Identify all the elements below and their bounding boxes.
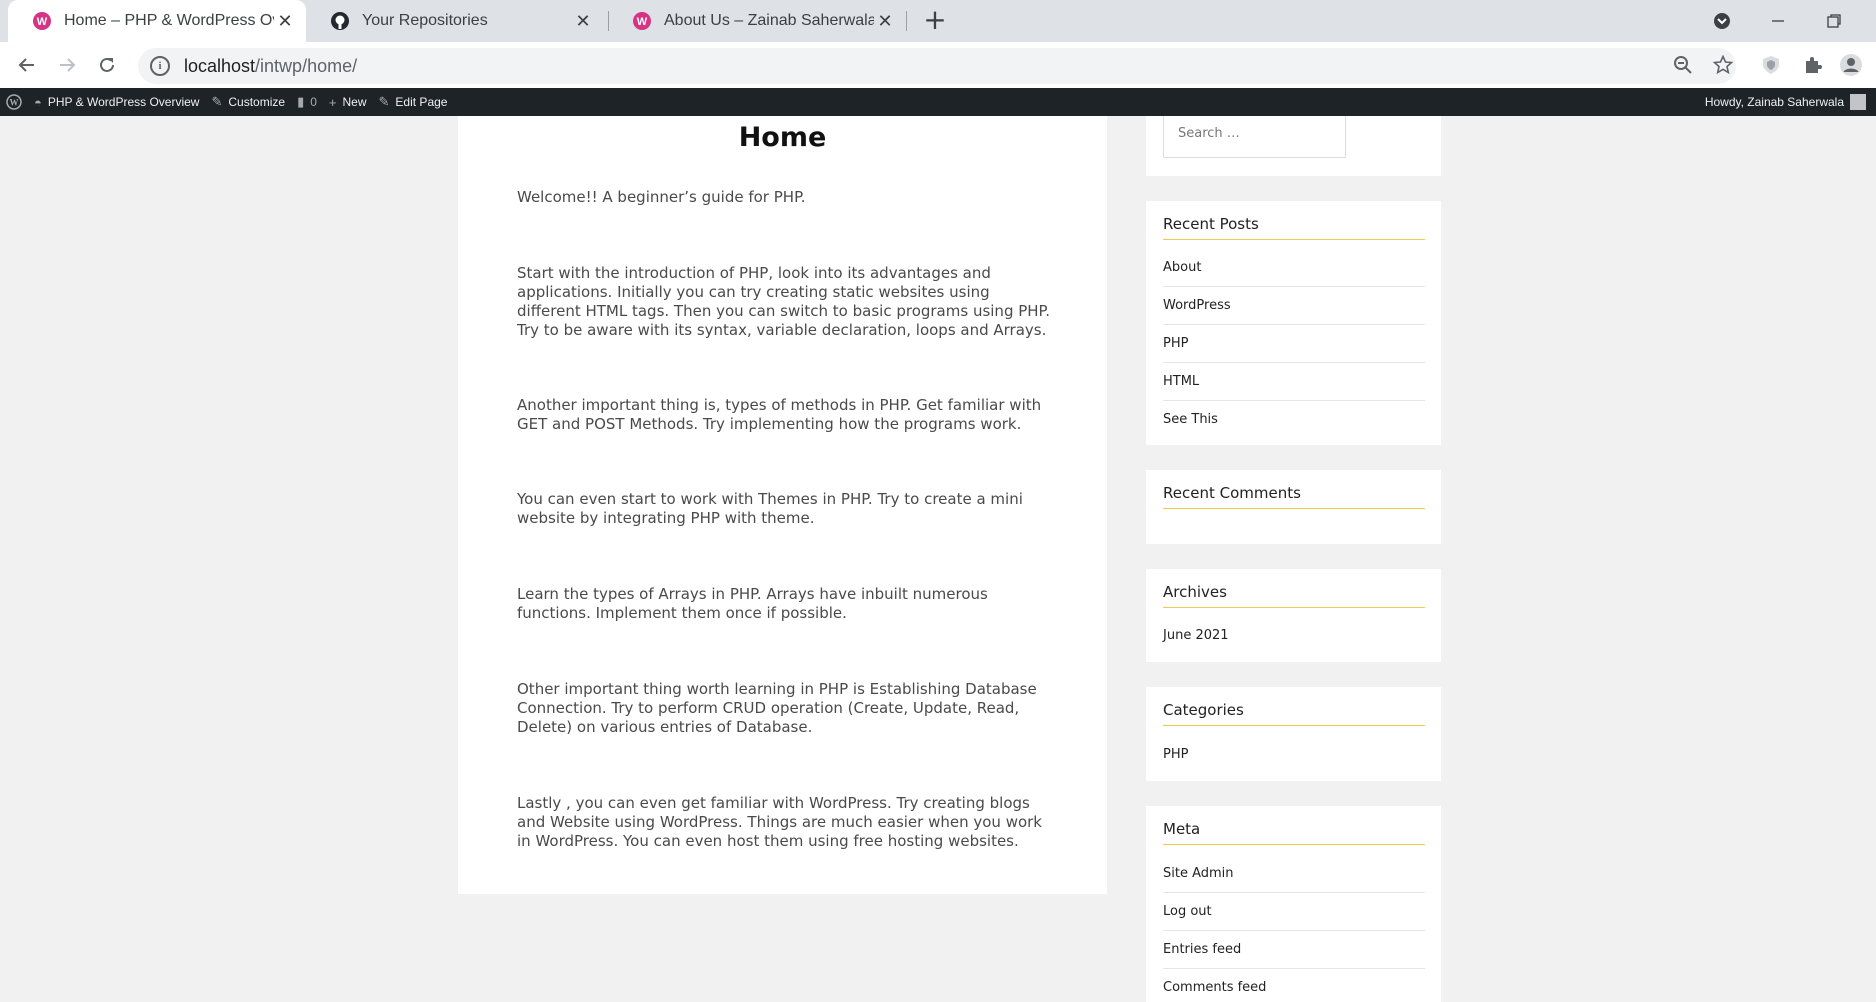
tab-title: Home – PHP & WordPress Overview (64, 12, 274, 29)
recent-post-link[interactable]: PHP (1163, 325, 1425, 363)
meta-widget: Meta Site Admin Log out Entries feed Com… (1146, 806, 1441, 1002)
plus-icon: + (328, 94, 337, 110)
comment-bubble-icon: ▮ (297, 94, 305, 109)
widget-title: Meta (1163, 820, 1425, 845)
tab-about-us[interactable]: W About Us – Zainab Saherwala ✕ (608, 0, 906, 42)
user-avatar (1850, 94, 1866, 110)
tab-separator (906, 11, 907, 31)
recent-comments-widget: Recent Comments (1146, 470, 1441, 544)
content-paragraph: Another important thing is, types of met… (517, 396, 1042, 433)
reload-icon[interactable] (92, 50, 122, 80)
wordpress-favicon-icon: W (33, 12, 51, 30)
close-tab-icon[interactable]: ✕ (572, 10, 594, 32)
dashboard-gauge-icon: ◓ (34, 94, 42, 110)
archive-link[interactable]: June 2021 (1163, 617, 1425, 655)
browser-toolbar: i localhost/intwp/home/ (0, 42, 1876, 88)
wordpress-favicon-icon: W (633, 12, 651, 30)
extensions-puzzle-icon[interactable] (1800, 52, 1826, 78)
content-paragraph: Lastly , you can even get familiar with … (517, 794, 1042, 850)
widget-title: Recent Comments (1163, 484, 1425, 509)
recent-posts-widget: Recent Posts About WordPress PHP HTML Se… (1146, 201, 1441, 445)
site-name-menu[interactable]: ◓ PHP & WordPress Overview (28, 88, 205, 116)
recent-post-link[interactable]: WordPress (1163, 287, 1425, 325)
wordpress-logo-icon: W (6, 94, 22, 110)
edit-page-link[interactable]: ✎ Edit Page (373, 88, 454, 116)
svg-text:W: W (637, 16, 648, 28)
shield-extension-icon[interactable] (1758, 52, 1784, 78)
archives-widget: Archives June 2021 (1146, 569, 1441, 662)
paintbrush-icon: ✎ (211, 94, 223, 109)
close-tab-icon[interactable]: ✕ (874, 10, 896, 32)
tab-your-repositories[interactable]: Your Repositories ✕ (306, 0, 604, 42)
svg-text:W: W (10, 98, 19, 108)
forward-icon[interactable] (52, 50, 82, 80)
tab-title: About Us – Zainab Saherwala (664, 12, 874, 29)
search-widget: Search … (1146, 116, 1441, 176)
content-paragraph: You can even start to work with Themes i… (517, 490, 1023, 527)
meta-link-comments-feed[interactable]: Comments feed (1163, 969, 1425, 1002)
recent-post-link[interactable]: About (1163, 249, 1425, 287)
svg-text:W: W (37, 16, 48, 28)
meta-link-site-admin[interactable]: Site Admin (1163, 855, 1425, 893)
restore-icon[interactable] (1806, 0, 1862, 42)
tab-home[interactable]: W Home – PHP & WordPress Overview ✕ (8, 0, 306, 42)
tab-search-icon[interactable] (1694, 0, 1750, 42)
customize-link[interactable]: ✎ Customize (205, 88, 291, 116)
content-paragraph: Start with the introduction of PHP, look… (517, 264, 1051, 339)
url-text: localhost/intwp/home/ (184, 55, 358, 76)
widget-title: Recent Posts (1163, 215, 1425, 240)
search-input[interactable]: Search … (1163, 116, 1346, 158)
site-info-icon[interactable]: i (150, 56, 170, 76)
pencil-icon: ✎ (378, 94, 390, 109)
widget-title: Archives (1163, 583, 1425, 608)
new-content-menu[interactable]: + New (323, 88, 373, 116)
browser-tab-bar: W Home – PHP & WordPress Overview ✕ Your… (0, 0, 1876, 42)
my-account-menu[interactable]: Howdy, Zainab Saherwala (1705, 88, 1866, 116)
page-content-card: Home Welcome!! A beginner’s guide for PH… (458, 116, 1107, 894)
page-title: Home (738, 122, 827, 153)
comments-link[interactable]: ▮ 0 (291, 88, 323, 116)
meta-link-log-out[interactable]: Log out (1163, 893, 1425, 931)
categories-widget: Categories PHP (1146, 687, 1441, 781)
address-bar[interactable]: i localhost/intwp/home/ (138, 48, 1736, 84)
recent-post-link[interactable]: See This (1163, 401, 1425, 439)
minimize-icon[interactable] (1750, 0, 1806, 42)
github-icon (331, 12, 349, 30)
wp-logo-menu[interactable]: W (0, 88, 28, 116)
new-tab-button[interactable]: + (920, 6, 950, 36)
bookmark-star-icon[interactable] (1710, 52, 1736, 78)
back-icon[interactable] (12, 50, 42, 80)
category-link[interactable]: PHP (1163, 736, 1425, 774)
content-paragraph: Welcome!! A beginner’s guide for PHP. (517, 188, 806, 206)
wp-admin-bar: W ◓ PHP & WordPress Overview ✎ Customize… (0, 88, 1876, 116)
zoom-icon[interactable] (1670, 52, 1696, 78)
widget-title: Categories (1163, 701, 1425, 726)
close-tab-icon[interactable]: ✕ (274, 10, 296, 32)
recent-post-link[interactable]: HTML (1163, 363, 1425, 401)
profile-avatar-icon[interactable] (1838, 52, 1864, 78)
tab-title: Your Repositories (362, 12, 488, 29)
meta-link-entries-feed[interactable]: Entries feed (1163, 931, 1425, 969)
content-paragraph: Other important thing worth learning in … (517, 680, 1037, 736)
content-paragraph: Learn the types of Arrays in PHP. Arrays… (517, 585, 988, 622)
